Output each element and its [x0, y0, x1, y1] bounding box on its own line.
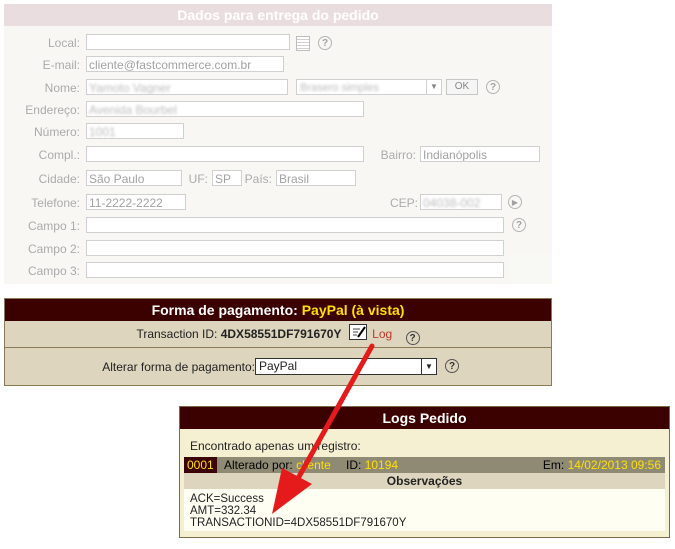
record-date: Em: 14/02/2013 09:56 — [543, 457, 661, 473]
help-icon[interactable]: ? — [486, 80, 500, 94]
transaction-row: Transaction ID: 4DX58551DF791670Y Log ? — [5, 321, 551, 348]
label-telefone: Telefone: — [31, 196, 80, 210]
address-value: Avenida Bourbel — [89, 103, 177, 117]
payment-method-value: PayPal — [259, 359, 298, 373]
record-id: ID: 10194 — [346, 457, 398, 473]
row-numero: Número: 1001 — [4, 123, 552, 143]
label-endereco: Endereço: — [25, 103, 80, 117]
observations-box: ACK=Success AMT=332.34 TRANSACTIONID=4DX… — [184, 489, 665, 531]
name-input[interactable]: Yamoto Vagner — [86, 79, 288, 95]
row-compl: Compl.: Bairro: Indianópolis — [4, 146, 552, 166]
label-bairro: Bairro: — [380, 148, 416, 162]
logs-panel: Logs Pedido Encontrado apenas um registr… — [179, 406, 670, 538]
type-select[interactable]: Brasero simples ▼ — [296, 79, 442, 95]
observation-line: TRANSACTIONID=4DX58551DF791670Y — [190, 517, 407, 529]
payment-title: Forma de pagamento: PayPal (à vista) — [5, 299, 551, 321]
change-payment-label: Alterar forma de pagamento: — [102, 360, 255, 374]
district-input[interactable]: Indianópolis — [420, 146, 540, 162]
record-date-value: 14/02/2013 09:56 — [567, 458, 661, 472]
number-value: 1001 — [89, 125, 116, 139]
row-telefone: Telefone: 11-2222-2222 CEP: 04038-002 ▶ — [4, 194, 552, 214]
select-arrow-icon: ▼ — [421, 359, 436, 374]
address-input[interactable]: Avenida Bourbel — [86, 101, 364, 117]
record-id-value: 10194 — [364, 458, 399, 472]
label-nome: Nome: — [44, 81, 80, 95]
help-icon[interactable]: ? — [318, 36, 332, 50]
transaction-id: 4DX58551DF791670Y — [220, 327, 342, 341]
edit-log-icon[interactable] — [348, 324, 367, 340]
row-cidade: Cidade: São Paulo UF: SP País: Brasil — [4, 170, 552, 190]
row-campo1: Campo 1: ? — [4, 217, 552, 237]
email-input[interactable]: cliente@fastcommerce.com.br — [86, 56, 284, 72]
delivery-panel: Dados para entrega do pedido Local: ? E-… — [4, 4, 552, 284]
payment-method-select[interactable]: PayPal ▼ — [255, 358, 437, 375]
observation-line: AMT=332.34 — [190, 505, 257, 517]
row-local: Local: ? — [4, 34, 552, 54]
campo2-input[interactable] — [86, 240, 504, 256]
name-value: Yamoto Vagner — [89, 81, 171, 95]
type-value: Brasero simples — [300, 82, 379, 94]
observations-title: Observações — [184, 473, 665, 489]
label-compl: Compl.: — [38, 148, 80, 162]
complement-input[interactable] — [86, 146, 364, 162]
select-arrow-icon: ▼ — [426, 80, 441, 94]
phone-input[interactable]: 11-2222-2222 — [86, 194, 186, 210]
transaction-label: Transaction ID: — [136, 327, 218, 341]
help-icon[interactable]: ? — [445, 359, 459, 373]
local-input[interactable] — [86, 34, 290, 50]
label-campo1: Campo 1: — [27, 219, 80, 233]
found-text: Encontrado apenas um registro: — [190, 439, 361, 453]
record-date-label: Em: — [542, 458, 565, 472]
delivery-title: Dados para entrega do pedido — [4, 4, 552, 26]
record-author: cliente — [296, 458, 331, 472]
cep-value: 04038-002 — [423, 196, 481, 210]
record-id-label: ID: — [346, 458, 362, 472]
label-campo3: Campo 3: — [27, 264, 80, 278]
row-email: E-mail: cliente@fastcommerce.com.br — [4, 56, 552, 76]
payment-method-title: PayPal (à vista) — [301, 302, 405, 318]
payment-panel: Forma de pagamento: PayPal (à vista) Tra… — [4, 298, 552, 386]
row-campo2: Campo 2: — [4, 240, 552, 260]
log-record-row: 0001 Alterado por: cliente ID: 10194 Em:… — [184, 457, 665, 473]
play-icon[interactable]: ▶ — [508, 195, 522, 209]
number-input[interactable]: 1001 — [86, 123, 184, 139]
record-status: Alterado por: cliente — [224, 457, 331, 473]
change-payment-row: Alterar forma de pagamento: PayPal ▼ ? — [5, 348, 551, 386]
label-cep: CEP: — [389, 196, 418, 210]
country-input[interactable]: Brasil — [276, 170, 356, 186]
row-nome: Nome: Yamoto Vagner Brasero simples ▼ OK… — [4, 79, 552, 99]
logs-title: Logs Pedido — [180, 407, 669, 429]
help-icon[interactable]: ? — [405, 331, 420, 345]
row-endereco: Endereço: Avenida Bourbel — [4, 101, 552, 121]
label-numero: Número: — [33, 125, 80, 139]
cep-input[interactable]: 04038-002 — [420, 194, 502, 210]
label-email: E-mail: — [42, 58, 80, 72]
label-local: Local: — [47, 36, 80, 50]
label-pais: País: — [244, 172, 272, 186]
help-icon[interactable]: ? — [512, 218, 526, 232]
calendar-icon[interactable] — [296, 36, 310, 51]
record-status-prefix: Alterado por: — [224, 458, 293, 472]
log-link[interactable]: Log — [372, 327, 392, 341]
ok-button[interactable]: OK — [446, 79, 478, 95]
payment-title-prefix: Forma de pagamento: — [151, 302, 298, 318]
campo1-input[interactable] — [86, 217, 504, 233]
label-campo2: Campo 2: — [27, 242, 80, 256]
campo3-input[interactable] — [86, 262, 504, 278]
row-campo3: Campo 3: — [4, 262, 552, 282]
record-number: 0001 — [184, 457, 217, 473]
label-cidade: Cidade: — [38, 172, 80, 186]
observation-line: ACK=Success — [190, 493, 264, 505]
